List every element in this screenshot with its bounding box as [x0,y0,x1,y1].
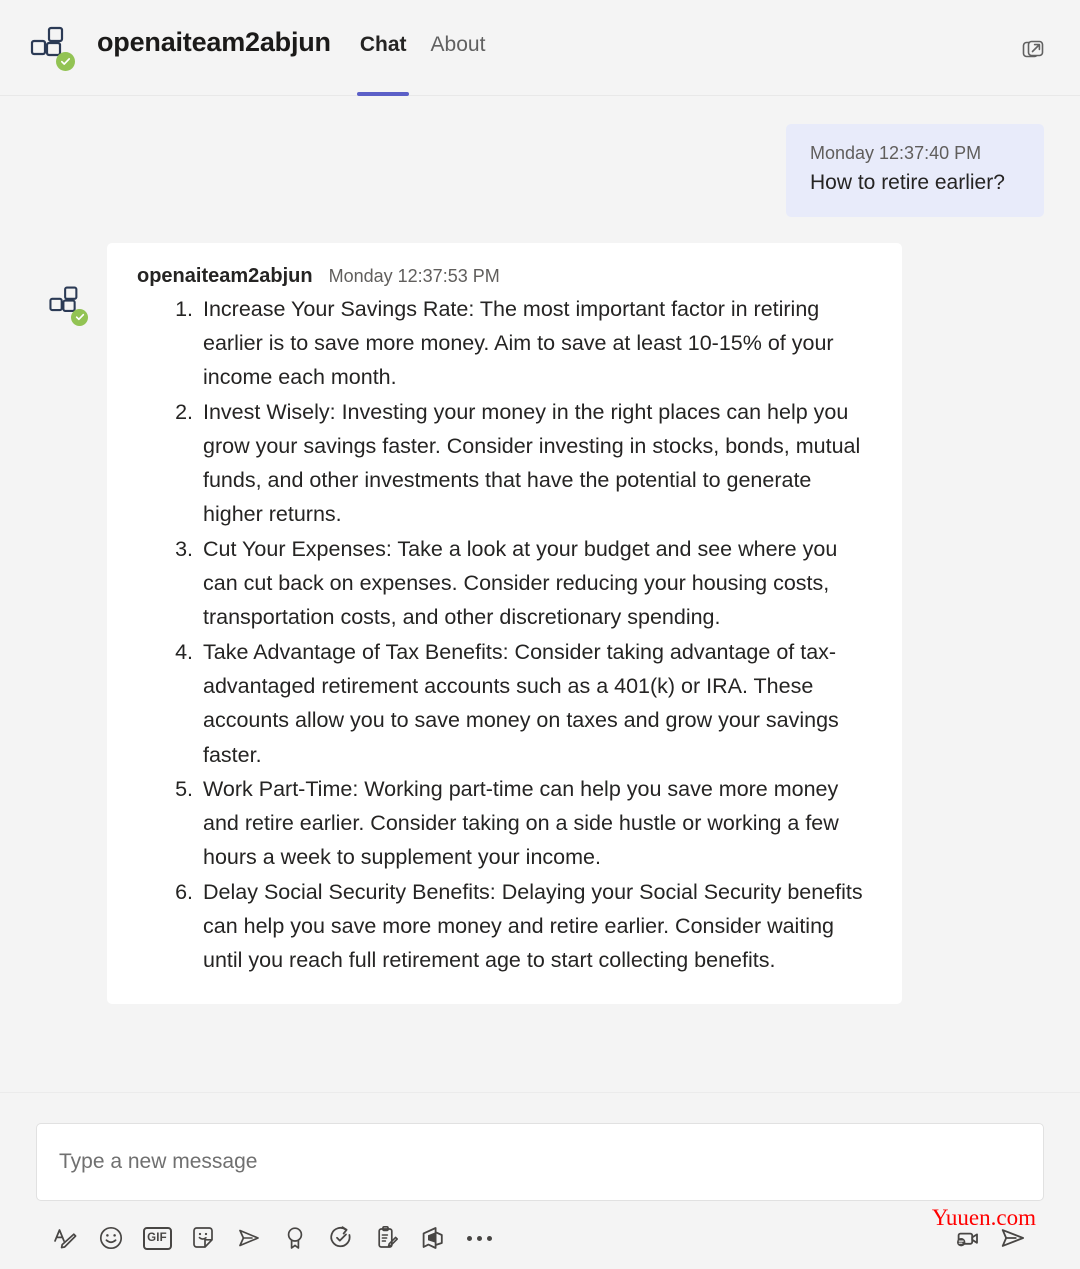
video-message-icon [957,1232,978,1247]
app-header: openaiteam2abjun Chat About [0,0,1080,96]
incoming-message-card[interactable]: openaiteam2abjun Monday 12:37:53 PM Incr… [107,242,902,1004]
praise-ribbon-icon [287,1227,303,1249]
approvals-clock-icon [330,1226,351,1248]
tab-bar: Chat About [348,30,498,96]
gif-icon: GIF [142,1226,172,1250]
gif-button[interactable]: GIF [134,1216,180,1260]
more-options-icon [466,1235,492,1241]
message-input-box[interactable] [36,1123,1044,1201]
approvals-button[interactable] [318,1216,364,1260]
format-text-button[interactable] [42,1216,88,1260]
outgoing-message-text: How to retire earlier? [810,171,1005,195]
incoming-message-timestamp: Monday 12:37:53 PM [328,265,500,286]
sticker-icon [193,1227,213,1248]
emoji-icon [99,1226,123,1250]
forms-clipboard-icon [378,1225,398,1248]
emoji-button[interactable] [88,1216,134,1260]
send-plane-outline-icon [239,1229,259,1247]
advice-list: Increase Your Savings Rate: The most imp… [133,292,876,978]
conversation-area: Monday 12:37:40 PM How to retire earlier… [0,96,1080,1092]
popout-button[interactable] [1016,32,1050,66]
verified-checkmark-icon [71,308,88,326]
tab-chat[interactable]: Chat [348,30,419,96]
open-in-new-window-icon [1022,40,1044,58]
list-item: Increase Your Savings Rate: The most imp… [199,292,876,395]
list-item: Cut Your Expenses: Take a look at your b… [199,532,876,635]
list-item: Delay Social Security Benefits: Delaying… [199,875,876,978]
composer-toolbar: GIF Yuuen.com [36,1205,1044,1269]
send-button[interactable] [990,1216,1036,1260]
verified-checkmark-icon [56,52,75,71]
send-icon [1001,1229,1024,1247]
message-composer: GIF [0,1093,1080,1269]
format-text-icon [54,1229,77,1249]
sender-name: openaiteam2abjun [137,264,313,287]
bot-avatar [47,285,88,326]
outgoing-message-bubble[interactable]: Monday 12:37:40 PM How to retire earlier… [786,124,1044,217]
video-message-button[interactable] [944,1216,990,1260]
sticker-button[interactable] [180,1216,226,1260]
page-title: openaiteam2abjun [97,27,331,57]
message-input[interactable] [59,1150,1021,1174]
list-item: Invest Wisely: Investing your money in t… [199,395,876,532]
stream-button[interactable] [226,1216,272,1260]
outgoing-message-timestamp: Monday 12:37:40 PM [810,143,982,163]
more-options-button[interactable] [456,1216,502,1260]
azure-devops-button[interactable] [410,1216,456,1260]
list-item: Take Advantage of Tax Benefits: Consider… [199,635,876,772]
teams-bot-chat-app: openaiteam2abjun Chat About Monday 12:37… [0,0,1080,1269]
outgoing-message-row: Monday 12:37:40 PM How to retire earlier… [36,124,1044,217]
list-item: Work Part-Time: Working part-time can he… [199,772,876,875]
tab-about[interactable]: About [419,30,498,96]
forms-button[interactable] [364,1216,410,1260]
incoming-message-row: openaiteam2abjun Monday 12:37:53 PM Incr… [36,242,1044,1004]
praise-button[interactable] [272,1216,318,1260]
incoming-message-header: openaiteam2abjun Monday 12:37:53 PM [133,265,876,288]
app-icon [28,25,75,71]
azure-devops-icon [422,1227,443,1249]
